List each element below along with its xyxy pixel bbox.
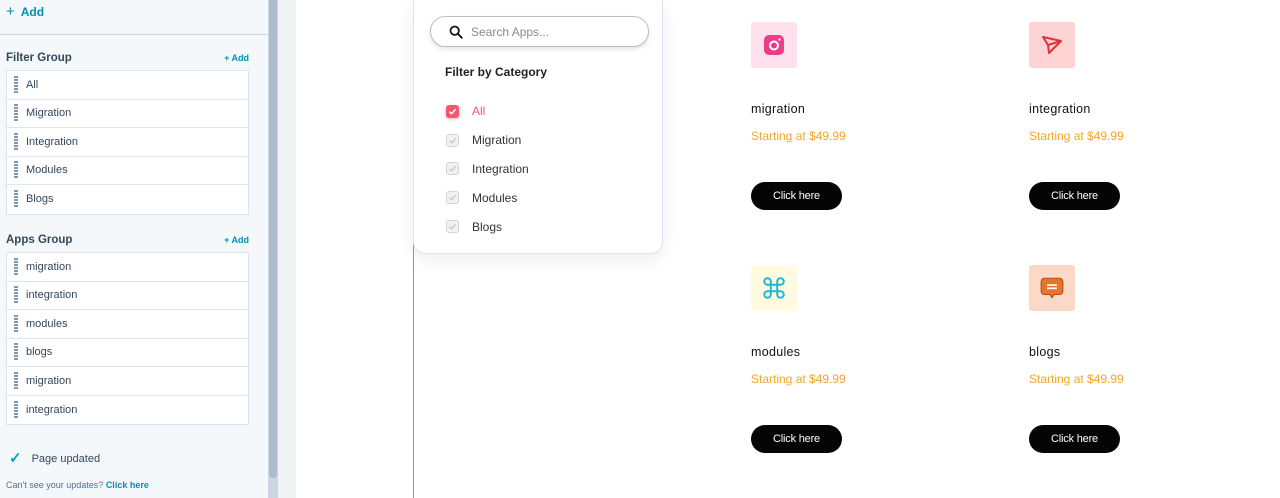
category-label: Modules [472, 190, 518, 205]
filter-group-item[interactable]: Modules [7, 157, 248, 185]
apps-group-title: Apps Group [6, 234, 73, 246]
sidebar-divider [0, 34, 268, 35]
apps-group-item[interactable]: modules [7, 310, 248, 339]
checkbox-unchecked-icon[interactable] [446, 133, 459, 147]
apps-group-item-label: migration [26, 260, 72, 273]
filter-group-item[interactable]: Integration [7, 128, 248, 157]
filter-group-list: All Migration Integration Modules Blogs [6, 70, 249, 215]
checkbox-unchecked-icon[interactable] [446, 191, 459, 205]
app-name: modules [751, 345, 801, 359]
filter-group-item-label: Blogs [26, 193, 54, 206]
app-cta-button[interactable]: Click here [1029, 182, 1120, 210]
checkbox-unchecked-icon[interactable] [446, 220, 459, 234]
help-link[interactable]: Click here [106, 480, 149, 490]
app-card: blogs Starting at $49.99 Click here [1029, 265, 1249, 465]
drag-handle-icon[interactable] [14, 286, 18, 304]
drag-handle-icon[interactable] [14, 314, 18, 333]
checkbox-checked-icon[interactable] [446, 104, 459, 118]
app-name: migration [751, 102, 806, 116]
category-integration[interactable]: Integration [446, 155, 529, 184]
drag-handle-icon[interactable] [14, 75, 18, 94]
category-label: Migration [472, 133, 522, 148]
apps-group-item-label: modules [26, 317, 68, 330]
app-price: Starting at $49.99 [751, 372, 846, 386]
filter-group-header: Filter Group + Add [6, 52, 249, 64]
filter-group-add-button[interactable]: + Add [224, 53, 249, 63]
checkmark-icon: ✓ [9, 450, 22, 467]
plus-icon: + [6, 3, 15, 20]
help-text-label: Can't see your updates? [6, 480, 104, 490]
top-add-label: Add [20, 5, 45, 19]
drag-handle-icon[interactable] [14, 400, 18, 419]
app-cta-button[interactable]: Click here [751, 425, 842, 453]
drag-handle-icon[interactable] [14, 132, 18, 151]
filter-group-item[interactable]: Migration [7, 100, 248, 128]
help-text: Can't see your updates? Click here [6, 480, 149, 490]
category-blogs[interactable]: Blogs [446, 212, 529, 241]
apps-group-item[interactable]: blogs [7, 339, 248, 367]
filter-group-item[interactable]: All [7, 71, 248, 100]
canvas-gutter [278, 0, 296, 498]
app-price: Starting at $49.99 [751, 129, 846, 143]
apps-group-add-button[interactable]: + Add [224, 235, 249, 245]
apps-group-list: migration integration modules blogs migr… [6, 252, 249, 425]
filter-group-item-label: Modules [26, 164, 68, 177]
drag-handle-icon[interactable] [14, 104, 18, 122]
app-price: Starting at $49.99 [1029, 372, 1124, 386]
search-input[interactable] [471, 24, 641, 39]
filter-title: Filter by Category [445, 65, 548, 79]
search-box[interactable] [430, 16, 649, 47]
category-label: Integration [472, 161, 529, 176]
apps-group-item-label: migration [26, 374, 72, 387]
app-cta-button[interactable]: Click here [751, 182, 842, 210]
category-all[interactable]: All [446, 97, 529, 126]
top-add-button[interactable]: + Add [6, 3, 45, 20]
filter-group-title: Filter Group [6, 52, 72, 64]
drag-handle-icon[interactable] [14, 161, 18, 179]
camera-icon [751, 22, 797, 68]
apps-group-item[interactable]: migration [7, 367, 248, 396]
chat-bubble-icon [1029, 265, 1075, 311]
app-name: integration [1029, 102, 1091, 116]
paper-plane-icon [1029, 22, 1075, 68]
editor-sidebar: + Add Filter Group + Add All Migration I… [0, 0, 268, 498]
filter-group-item[interactable]: Blogs [7, 185, 248, 214]
apps-group-item[interactable]: integration [7, 282, 248, 310]
category-migration[interactable]: Migration [446, 126, 529, 155]
drag-handle-icon[interactable] [14, 371, 18, 390]
apps-group-item-label: blogs [26, 346, 53, 359]
app-card: migration Starting at $49.99 Click here [751, 22, 971, 222]
category-list: All Migration Integration Modules Blogs [446, 97, 529, 241]
command-icon [751, 265, 797, 311]
page-updated-label: Page updated [31, 453, 101, 465]
drag-handle-icon[interactable] [14, 257, 18, 276]
apps-group-item-label: integration [26, 403, 78, 416]
search-icon [449, 25, 463, 39]
filter-group-item-label: Migration [26, 107, 72, 120]
page-updated-status: ✓ Page updated [9, 450, 101, 467]
filter-group-item-label: Integration [26, 135, 78, 148]
drag-handle-icon[interactable] [14, 343, 18, 361]
drag-handle-icon[interactable] [14, 190, 18, 208]
filter-panel: Filter by Category All Migration Integra… [413, 0, 663, 254]
apps-group-header: Apps Group + Add [6, 234, 249, 246]
app-name: blogs [1029, 345, 1061, 359]
scrollbar-thumb[interactable] [269, 0, 277, 478]
sidebar-scrollbar[interactable] [268, 0, 278, 498]
category-label: All [472, 104, 486, 119]
category-modules[interactable]: Modules [446, 183, 529, 212]
apps-group-item[interactable]: migration [7, 253, 248, 282]
app-card: modules Starting at $49.99 Click here [751, 265, 971, 465]
apps-group-item-label: integration [26, 289, 78, 302]
filter-group-item-label: All [26, 78, 39, 91]
category-label: Blogs [472, 219, 503, 234]
apps-group-item[interactable]: integration [7, 396, 248, 425]
app-price: Starting at $49.99 [1029, 129, 1124, 143]
checkbox-unchecked-icon[interactable] [446, 162, 459, 176]
app-cta-button[interactable]: Click here [1029, 425, 1120, 453]
app-card: integration Starting at $49.99 Click her… [1029, 22, 1249, 222]
